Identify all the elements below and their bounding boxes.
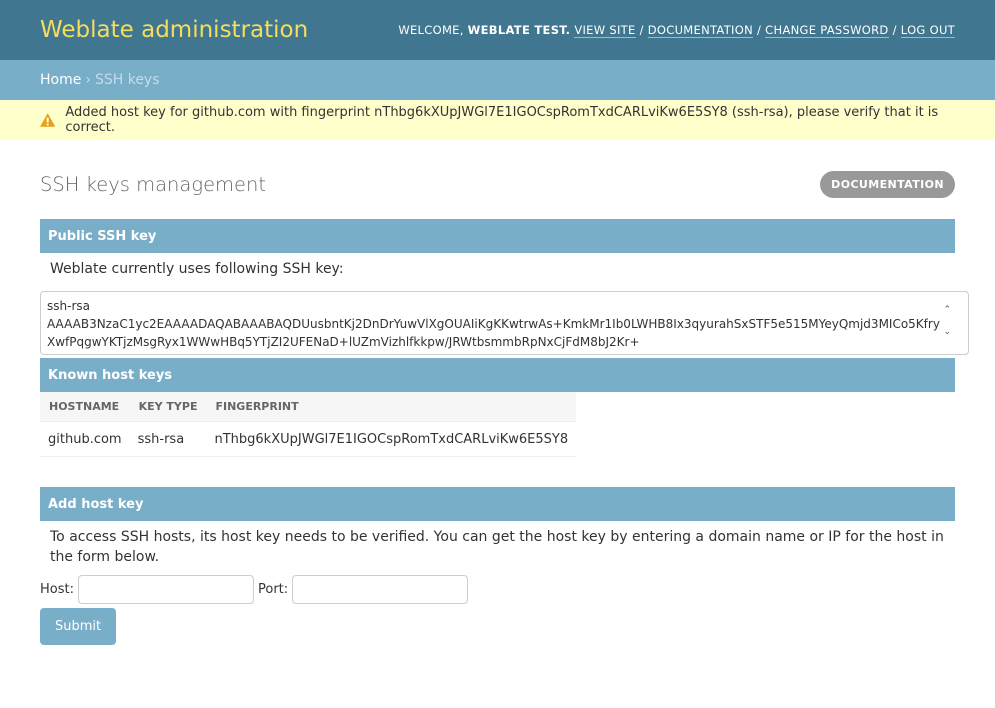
warning-icon [40,113,56,127]
table-row: github.com ssh-rsa nThbg6kXUpJWGl7E1IGOC… [40,421,577,457]
documentation-button[interactable]: Documentation [820,170,955,198]
breadcrumb-current: SSH keys [94,72,160,88]
add-host-intro: To access SSH hosts, its host key needs … [50,529,944,565]
port-input[interactable] [292,575,469,604]
textarea-scroll-arrows[interactable]: ⌃ ⌄ [943,299,951,343]
column-fingerprint: Fingerprint [206,392,577,422]
cell-hostname: github.com [40,421,130,457]
cell-fingerprint: nThbg6kXUpJWGl7E1IGOCspRomTxdCARLviKw6E5… [206,421,577,457]
public-key-heading: Public SSH key [40,219,955,253]
page-title: SSH keys management [40,172,267,196]
public-key-textarea[interactable]: ssh-rsa AAAAB3NzaC1yc2EAAAADAQABAAABAQDU… [40,291,969,355]
add-host-section: Add host key To access SSH hosts, its ho… [40,487,955,645]
host-label: Host: [40,582,74,597]
change-password-link[interactable]: Change password [765,23,889,38]
warning-message: Added host key for github.com with finge… [0,100,995,140]
known-hosts-section: Known host keys Hostname Key type Finger… [40,358,955,457]
column-key-type: Key type [129,392,207,422]
user-tools: Welcome, Weblate Test. View site / Documen… [398,23,955,38]
breadcrumb-home[interactable]: Home [40,72,81,88]
public-key-section: Public SSH key Weblate currently uses fo… [40,219,969,355]
public-key-intro: Weblate currently uses following SSH key… [50,261,344,277]
known-hosts-heading: Known host keys [40,358,955,392]
main-content: SSH keys management Documentation Public… [0,170,995,645]
site-header: Weblate administration Welcome, Weblate … [0,0,995,60]
message-text: Added host key for github.com with finge… [65,105,939,135]
log-out-link[interactable]: Log out [900,23,955,38]
breadcrumb: Home › SSH keys [0,60,995,100]
submit-button[interactable]: Submit [40,608,117,645]
add-host-heading: Add host key [40,487,955,521]
site-brand[interactable]: Weblate administration [40,17,308,43]
column-hostname: Hostname [40,392,130,422]
add-host-form: Host: Port: [40,575,955,604]
known-hosts-table: Hostname Key type Fingerprint github.com… [40,392,577,457]
port-label: Port: [257,582,289,597]
host-input[interactable] [77,575,254,604]
view-site-link[interactable]: View site [574,23,636,38]
user-name: Weblate Test. [467,23,571,37]
documentation-link[interactable]: Documentation [647,23,753,38]
cell-key-type: ssh-rsa [129,421,207,457]
table-header-row: Hostname Key type Fingerprint [40,392,577,422]
welcome-text: Welcome, [398,23,464,37]
